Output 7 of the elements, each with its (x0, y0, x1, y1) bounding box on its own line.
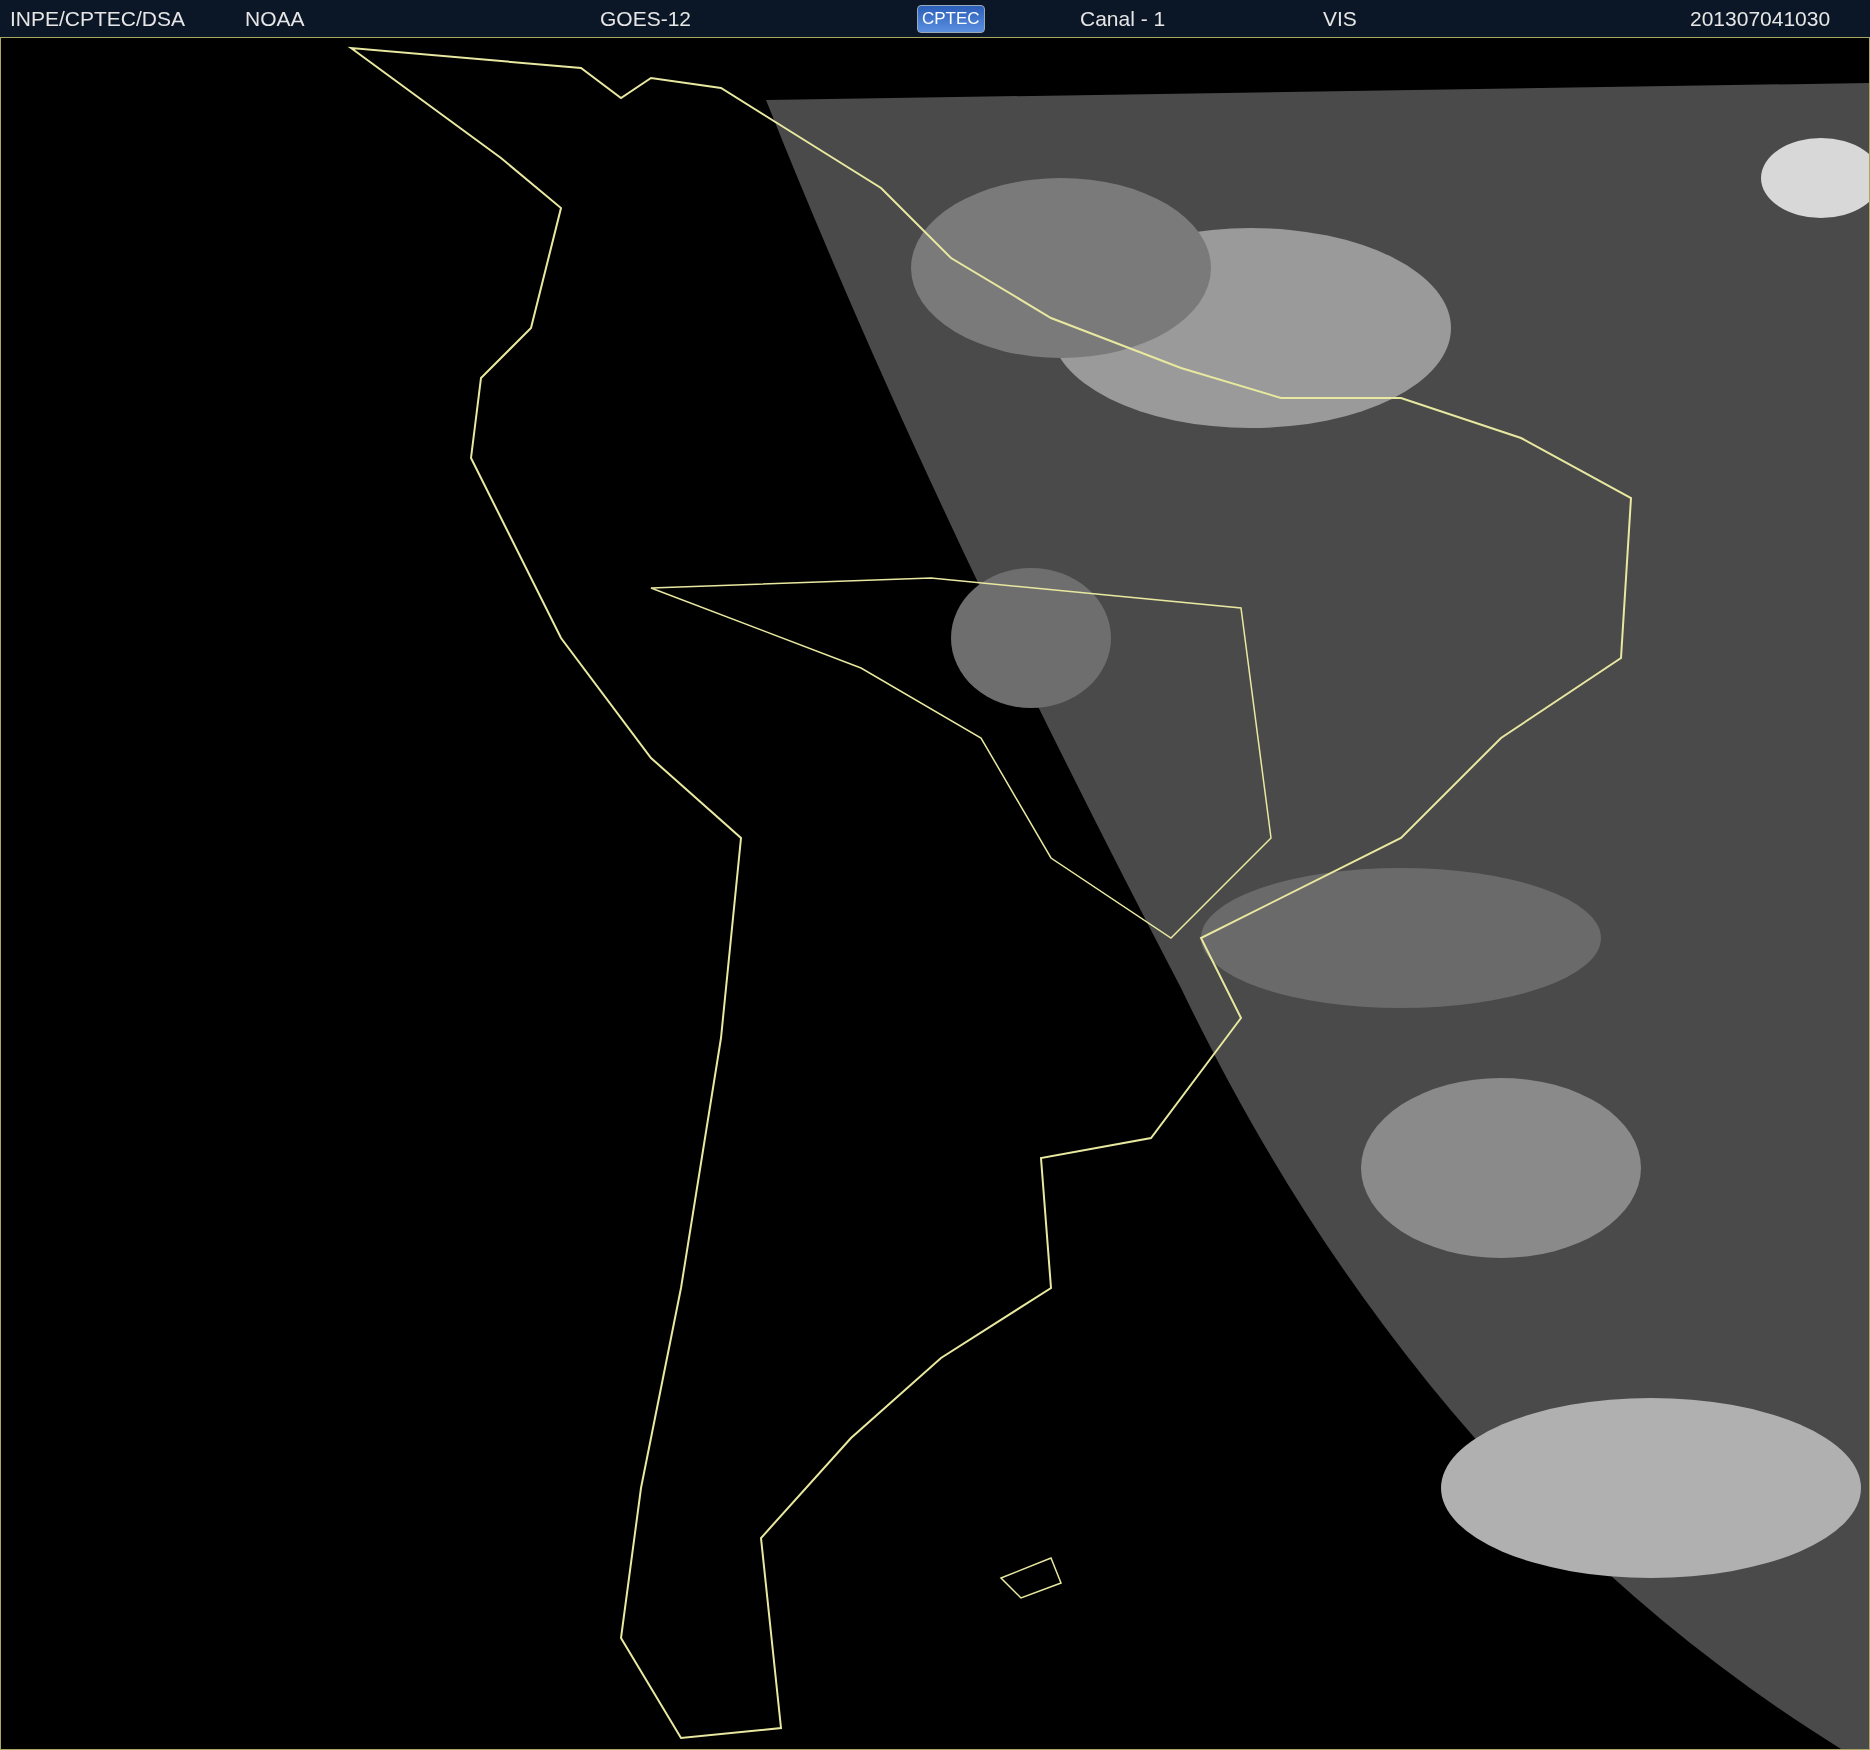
header-label: GOES-12 (600, 6, 692, 31)
header-label: NOAA (245, 6, 305, 31)
logo: CPTEC (917, 4, 985, 33)
header-label: INPE/CPTEC/DSA (10, 6, 186, 31)
header-label: 201307041030 (1690, 6, 1831, 31)
header-label: VIS (1323, 6, 1357, 31)
header-label: Canal - 1 (1080, 6, 1166, 31)
